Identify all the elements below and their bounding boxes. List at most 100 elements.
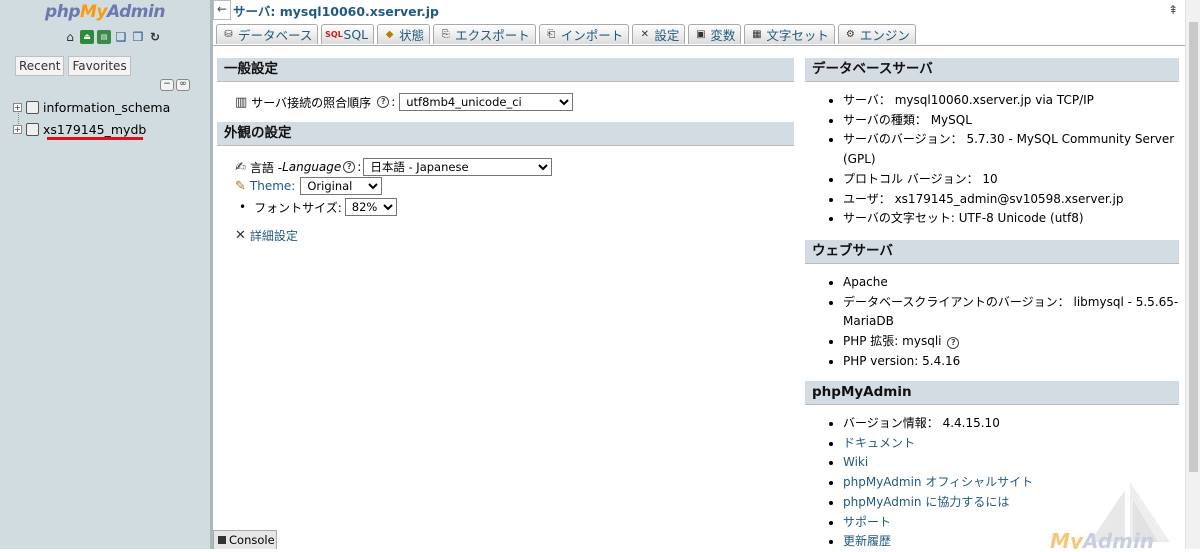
reload-icon[interactable]: ↻ (148, 30, 162, 44)
general-settings-title: 一般設定 (217, 58, 794, 82)
watermark-my: My (1050, 529, 1084, 549)
more-settings-link[interactable]: 詳細設定 (250, 227, 298, 244)
web-server-item: PHP version: 5.4.16 (843, 352, 1179, 372)
tab-sql[interactable]: SQL SQL (321, 24, 375, 44)
tab-engines[interactable]: ⚙ エンジン (837, 24, 916, 44)
logo-my: My (80, 2, 108, 22)
red-underline-annotation (47, 137, 143, 140)
language-label: 言語 - (249, 160, 283, 175)
db-tree-item[interactable]: + xs179145_mydb (13, 122, 146, 137)
collation-select[interactable]: utf8mb4_unicode_ci (399, 93, 574, 111)
engine-icon: ⚙ (845, 29, 855, 40)
phpmyadmin-logo[interactable]: phpMyAdmin (0, 2, 210, 22)
tab-label: データベース (238, 28, 313, 43)
tab-label: エンジン (859, 28, 910, 43)
expand-icon[interactable]: + (13, 125, 22, 134)
breadcrumb: ← サーバ: mysql10060.xserver.jp (213, 0, 439, 20)
version-item: バージョン情報： 4.4.15.10 (843, 414, 1179, 434)
favorites-tab[interactable]: Favorites (68, 56, 131, 76)
db-server-item: サーバの文字セット: UTF-8 Unicode (utf8) (843, 209, 1179, 229)
theme-link[interactable]: Theme: (250, 179, 295, 193)
appearance-settings-panel: 外観の設定 (217, 122, 794, 146)
palette-icon: ✎ (235, 178, 246, 194)
logo-php: php (45, 2, 80, 22)
recent-tab[interactable]: Recent (15, 56, 65, 76)
collapse-arrow-icon[interactable]: ⇞ (1168, 3, 1178, 17)
logo-admin: Admin (107, 2, 165, 22)
back-arrow-icon[interactable]: ← (213, 0, 231, 20)
tab-label: SQL (343, 27, 369, 42)
official-site-link[interactable]: phpMyAdmin オフィシャルサイト (843, 475, 1033, 489)
variables-icon: ▣ (696, 29, 706, 40)
db-name[interactable]: information_schema (43, 100, 170, 115)
theme-row: ✎ Theme: Original (235, 177, 383, 195)
language-select[interactable]: 日本語 - Japanese (363, 158, 553, 176)
documentation-link[interactable]: ドキュメント (843, 436, 915, 450)
db-name[interactable]: xs179145_mydb (43, 122, 146, 137)
tree-controls: − ∞ (160, 79, 190, 91)
theme-select[interactable]: Original (300, 177, 383, 195)
collation-row: ▥ サーバ接続の照合順序 ?: utf8mb4_unicode_ci (235, 93, 574, 111)
colon: : (357, 160, 362, 174)
collation-label: サーバ接続の照合順序 (251, 95, 372, 110)
sailboat-icon: MyAdmin (1050, 482, 1170, 549)
database-icon (26, 101, 39, 114)
scrollbar-thumb[interactable] (1189, 22, 1198, 472)
database-icon: ⛁ (224, 29, 233, 40)
tab-export[interactable]: ⎘ エクスポート (433, 24, 536, 44)
help-icon[interactable]: ? (377, 96, 390, 108)
fontsize-label: フォントサイズ: (254, 200, 342, 215)
nav-tabs: Recent Favorites (15, 56, 131, 76)
web-server-item: データベースクライアントのバージョン： libmysql - 5.5.65-Ma… (843, 293, 1179, 332)
web-server-panel: ウェブサーバ Apache データベースクライアントのバージョン： libmys… (805, 240, 1179, 372)
appearance-settings-title: 外観の設定 (217, 122, 794, 146)
phpmyadmin-docs-icon[interactable]: ❒ (131, 30, 145, 44)
php-ext-text: PHP 拡張: mysqli (843, 334, 942, 349)
db-server-item: ユーザ： xs179145_admin@sv10598.xserver.jp (843, 190, 1179, 210)
fontsize-select[interactable]: 82% (344, 198, 397, 216)
tab-status[interactable]: ◆ 状態 (377, 24, 431, 44)
exit-icon[interactable]: ⏏ (80, 30, 94, 44)
tab-charset[interactable]: ▦ 文字セット (744, 24, 835, 44)
web-server-item: Apache (843, 273, 1179, 293)
tab-databases[interactable]: ⛁ データベース (216, 24, 319, 44)
wiki-link[interactable]: Wiki (843, 455, 868, 469)
language-icon: ✍ (235, 159, 246, 175)
charset-icon: ▦ (752, 29, 762, 40)
wrench-icon: ✕ (235, 228, 246, 243)
watermark-logo: MyAdmin (1030, 480, 1180, 549)
help-icon[interactable]: ? (343, 161, 356, 173)
status-icon: ◆ (385, 29, 394, 40)
link-with-main-icon[interactable]: ∞ (176, 79, 190, 91)
tab-variables[interactable]: ▣ 変数 (688, 24, 742, 44)
phpmyadmin-title: phpMyAdmin (805, 381, 1179, 405)
server-breadcrumb[interactable]: サーバ: mysql10060.xserver.jp (233, 1, 439, 20)
main-content: ← サーバ: mysql10060.xserver.jp ⛁ データベース SQL… (213, 0, 1185, 549)
db-server-list: サーバ： mysql10060.xserver.jp via TCP/IP サー… (805, 91, 1179, 229)
tab-import[interactable]: ⎗ インポート (538, 24, 630, 44)
home-icon[interactable]: ⌂ (63, 30, 77, 44)
contribute-link[interactable]: phpMyAdmin に協力するには (843, 495, 1009, 509)
changelog-link[interactable]: 更新履歴 (843, 534, 891, 548)
pma-link-item: Wiki (843, 453, 1179, 473)
tab-label: 状態 (399, 28, 425, 43)
collapse-all-icon[interactable]: − (160, 79, 174, 91)
navigation-panel: phpMyAdmin ⌂ ⏏ ▤ ❑ ❒ ↻ Recent Favorites … (0, 0, 210, 549)
console-toggle[interactable]: Console (213, 530, 277, 549)
vertical-scrollbar[interactable] (1185, 0, 1200, 549)
sql-query-icon[interactable]: ▤ (97, 30, 111, 44)
expand-icon[interactable]: + (13, 103, 22, 112)
help-icon[interactable]: ? (947, 337, 960, 350)
web-server-item: PHP 拡張: mysqli ? (843, 332, 1179, 352)
general-settings-panel: 一般設定 (217, 58, 794, 82)
web-server-title: ウェブサーバ (805, 240, 1179, 264)
db-tree-item[interactable]: + information_schema (13, 100, 170, 115)
support-link[interactable]: サポート (843, 515, 891, 529)
docs-icon[interactable]: ❑ (114, 30, 128, 44)
db-server-title: データベースサーバ (805, 58, 1179, 82)
tab-label: 変数 (710, 28, 736, 43)
nav-icon-bar: ⌂ ⏏ ▤ ❑ ❒ ↻ (63, 30, 162, 44)
console-icon (218, 536, 226, 544)
db-server-item: サーバの種類： MySQL (843, 111, 1179, 131)
tab-settings[interactable]: ✕ 設定 (632, 24, 686, 44)
